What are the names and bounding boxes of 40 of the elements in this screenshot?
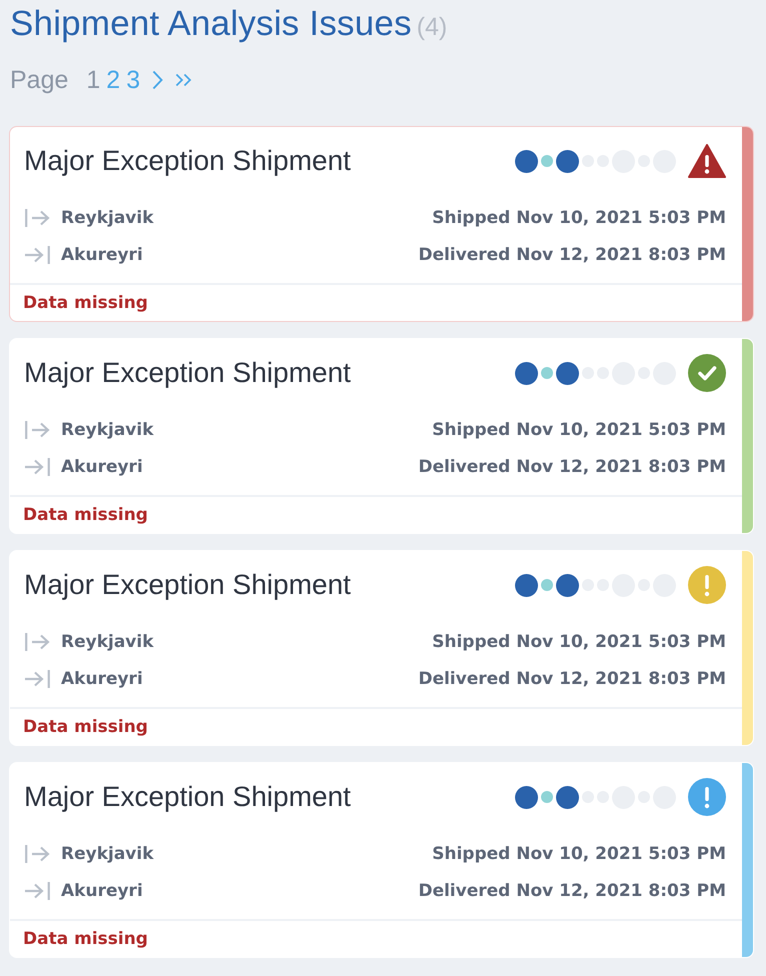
delivered-date: Delivered Nov 12, 2021 8:03 PM	[418, 456, 726, 476]
arrow-to-line-icon	[25, 670, 50, 688]
origin-city: Reykjavik	[61, 632, 154, 652]
page-title: Shipment Analysis Issues	[10, 3, 412, 45]
shipment-card[interactable]: Major Exception Shipment Reykjavik Shipped Nov 10, 2021 5:03 PM Akureyri Delivered Nov 12, 2021 8:03 PM Data missing	[9, 762, 754, 958]
issue-message: Data missing	[23, 717, 148, 737]
arrow-to-line-icon	[25, 246, 50, 264]
delivered-date: Delivered Nov 12, 2021 8:03 PM	[418, 668, 726, 688]
page-label: Page	[10, 66, 68, 94]
shipped-date: Shipped Nov 10, 2021 5:03 PM	[432, 208, 726, 228]
card-title: Major Exception Shipment	[24, 781, 351, 813]
issue-message: Data missing	[23, 929, 148, 949]
shipped-date: Shipped Nov 10, 2021 5:03 PM	[432, 420, 726, 440]
double-chevron-right-icon[interactable]	[175, 73, 192, 87]
delivered-date: Delivered Nov 12, 2021 8:03 PM	[418, 880, 726, 900]
shipped-date: Shipped Nov 10, 2021 5:03 PM	[432, 844, 726, 864]
chevron-right-icon[interactable]	[152, 70, 164, 90]
arrow-from-line-icon	[25, 632, 50, 650]
shipped-date: Shipped Nov 10, 2021 5:03 PM	[432, 632, 726, 652]
issue-message: Data missing	[23, 505, 148, 525]
shipment-card[interactable]: Major Exception Shipment Reykjavik Shipped Nov 10, 2021 5:03 PM Akureyri Delivered Nov 12, 2021 8:03 PM Data missing	[9, 550, 754, 746]
arrow-to-line-icon	[25, 882, 50, 900]
arrow-from-line-icon	[25, 844, 50, 862]
origin-city: Reykjavik	[61, 420, 154, 440]
destination-city: Akureyri	[61, 880, 143, 900]
shipment-card[interactable]: Major Exception Shipment Reykjavik Shipped Nov 10, 2021 5:03 PM Akureyri Delivered Nov 12, 2021 8:03 PM Data missing	[9, 338, 754, 534]
card-title: Major Exception Shipment	[24, 357, 351, 389]
delivered-date: Delivered Nov 12, 2021 8:03 PM	[418, 244, 726, 264]
shipment-card[interactable]: Major Exception Shipment Reykjavik Shipped Nov 10, 2021 5:03 PM Akureyri Delivered Nov 12, 2021 8:03 PM Data missing	[9, 126, 754, 322]
destination-city: Akureyri	[61, 456, 143, 476]
destination-city: Akureyri	[61, 668, 143, 688]
origin-city: Reykjavik	[61, 844, 154, 864]
arrow-from-line-icon	[25, 208, 50, 226]
origin-city: Reykjavik	[61, 208, 154, 228]
card-title: Major Exception Shipment	[24, 145, 351, 177]
card-title: Major Exception Shipment	[24, 569, 351, 601]
destination-city: Akureyri	[61, 244, 143, 264]
arrow-to-line-icon	[25, 458, 50, 476]
arrow-from-line-icon	[25, 420, 50, 438]
issue-message: Data missing	[23, 293, 148, 313]
